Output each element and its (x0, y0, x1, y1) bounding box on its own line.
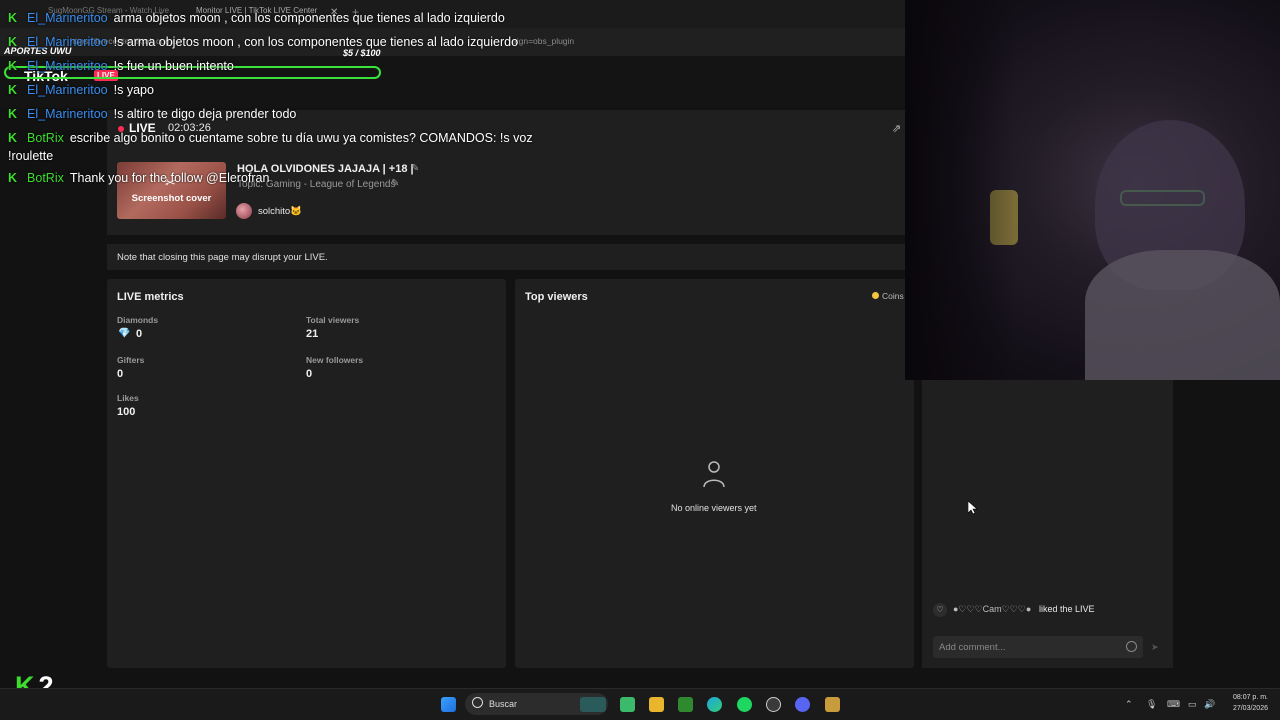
chat-message: !roulette (8, 149, 54, 163)
emoji-icon[interactable] (1126, 641, 1137, 652)
edit-topic-icon[interactable]: ✎ (391, 178, 399, 189)
total-viewers-label: Total viewers (306, 315, 360, 325)
gifters-value: 0 (117, 368, 124, 380)
diamonds-value: 0 (136, 328, 143, 340)
chevron-up-icon[interactable]: ⌃ (1125, 699, 1133, 710)
chat-username: El_Marineritoo (27, 107, 108, 121)
file-explorer-icon[interactable] (649, 697, 664, 712)
kick-badge-icon: K (8, 171, 18, 185)
person-icon (703, 461, 725, 488)
windows-taskbar (0, 688, 1280, 720)
chat-message: !s fue un buen intento (113, 59, 234, 73)
coin-icon (872, 292, 879, 299)
chat-line: K BotRix escribe algo bonito o cuentame so… (8, 131, 533, 145)
chat-message: !s arma objetos moon , con los component… (113, 35, 519, 49)
league-of-legends-icon[interactable] (825, 697, 840, 712)
search-highlight-icon (580, 697, 606, 712)
new-followers-value: 0 (306, 368, 313, 380)
taskbar-time[interactable]: 08:07 p. m. (1218, 694, 1268, 701)
kick-badge-icon: K (8, 131, 18, 145)
heart-icon: ♡ (933, 603, 947, 617)
new-followers-label: New followers (306, 355, 364, 365)
microphone-icon[interactable]: 🎙 (1146, 699, 1157, 710)
chat-message: arma objetos moon , con los componentes … (113, 11, 505, 25)
discord-icon[interactable] (795, 697, 810, 712)
search-icon (472, 697, 483, 708)
keyboard-icon[interactable]: ⌨ (1167, 699, 1180, 710)
liked-event-text: liked the LIVE (1039, 604, 1095, 614)
no-viewers-text: No online viewers yet (671, 503, 757, 513)
share-icon[interactable]: ⇗ (892, 122, 904, 135)
taskbar-date[interactable]: 27/03/2026 (1218, 705, 1268, 712)
chat-username: BotRix (27, 131, 64, 145)
chat-message: escribe algo bonito o cuentame sobre tu … (69, 131, 533, 145)
webcam-overlay (905, 0, 1280, 380)
send-icon[interactable]: ➤ (1151, 642, 1159, 653)
gifters-label: Gifters (117, 355, 145, 365)
monitor-icon[interactable]: ▭ (1188, 699, 1197, 710)
total-viewers-value: 21 (306, 328, 319, 340)
webcam-shadow (905, 0, 1015, 380)
chat-line-continuation: !roulette (8, 149, 53, 163)
kick-badge-icon: K (8, 59, 18, 73)
likes-value: 100 (117, 406, 136, 418)
liked-username[interactable]: ●♡♡♡Cam♡♡♡● (953, 604, 1031, 615)
chat-username: El_Marineritoo (27, 35, 108, 49)
obs-icon[interactable] (766, 697, 781, 712)
edit-title-icon[interactable]: ✎ (411, 163, 419, 174)
webcam-shoulders (1085, 250, 1280, 380)
kick-badge-icon: K (8, 11, 18, 25)
webcam-glasses (1120, 190, 1205, 206)
spotify-icon[interactable] (737, 697, 752, 712)
taskbar-search-label[interactable]: Buscar (489, 699, 517, 709)
closing-note: Note that closing this page may disrupt … (117, 252, 328, 263)
widgets-icon[interactable] (620, 697, 635, 712)
kick-badge-icon: K (8, 83, 18, 97)
chat-username: El_Marineritoo (27, 83, 108, 97)
comments-panel (922, 380, 1173, 668)
chat-message: Thank you for the follow @Elerofran (69, 171, 270, 185)
chat-line: K El_Marineritoo !s yapo (8, 83, 154, 97)
chat-line: K BotRix Thank you for the follow @Elerofr… (8, 171, 269, 185)
chat-line: K El_Marineritoo !s arma objetos moon , co… (8, 35, 518, 49)
chat-message: !s altiro te digo deja prender todo (113, 107, 297, 121)
address-url-end: aign=obs_plugin (512, 36, 575, 46)
chat-line: K El_Marineritoo !s altiro te digo deja pr… (8, 107, 296, 121)
likes-label: Likes (117, 393, 139, 403)
coins-sort-label[interactable]: Coins (882, 291, 904, 301)
chat-line: K El_Marineritoo arma objetos moon , con l… (8, 11, 505, 25)
chat-message: !s yapo (113, 83, 154, 97)
metrics-title: LIVE metrics (117, 291, 184, 303)
minecraft-icon[interactable] (678, 697, 693, 712)
cover-label[interactable]: Screenshot cover (117, 193, 226, 204)
windows-start-icon[interactable] (441, 697, 456, 712)
comment-placeholder[interactable]: Add comment... (939, 642, 1006, 653)
volume-icon[interactable]: 🔊 (1204, 699, 1215, 710)
kick-badge-icon: K (8, 107, 18, 121)
chat-username: El_Marineritoo (27, 11, 108, 25)
diamond-icon: 💎 (118, 328, 131, 339)
top-viewers-title: Top viewers (525, 291, 588, 303)
diamonds-label: Diamonds (117, 315, 159, 325)
edge-browser-icon[interactable] (707, 697, 722, 712)
chat-username: El_Marineritoo (27, 59, 108, 73)
goal-amount: $5 / $100 (343, 48, 381, 58)
host-name: solchito🐱 (258, 206, 303, 217)
host-avatar (236, 203, 252, 219)
chat-line: K El_Marineritoo !s fue un buen intento (8, 59, 234, 73)
chat-username: BotRix (27, 171, 64, 185)
kick-badge-icon: K (8, 35, 18, 49)
